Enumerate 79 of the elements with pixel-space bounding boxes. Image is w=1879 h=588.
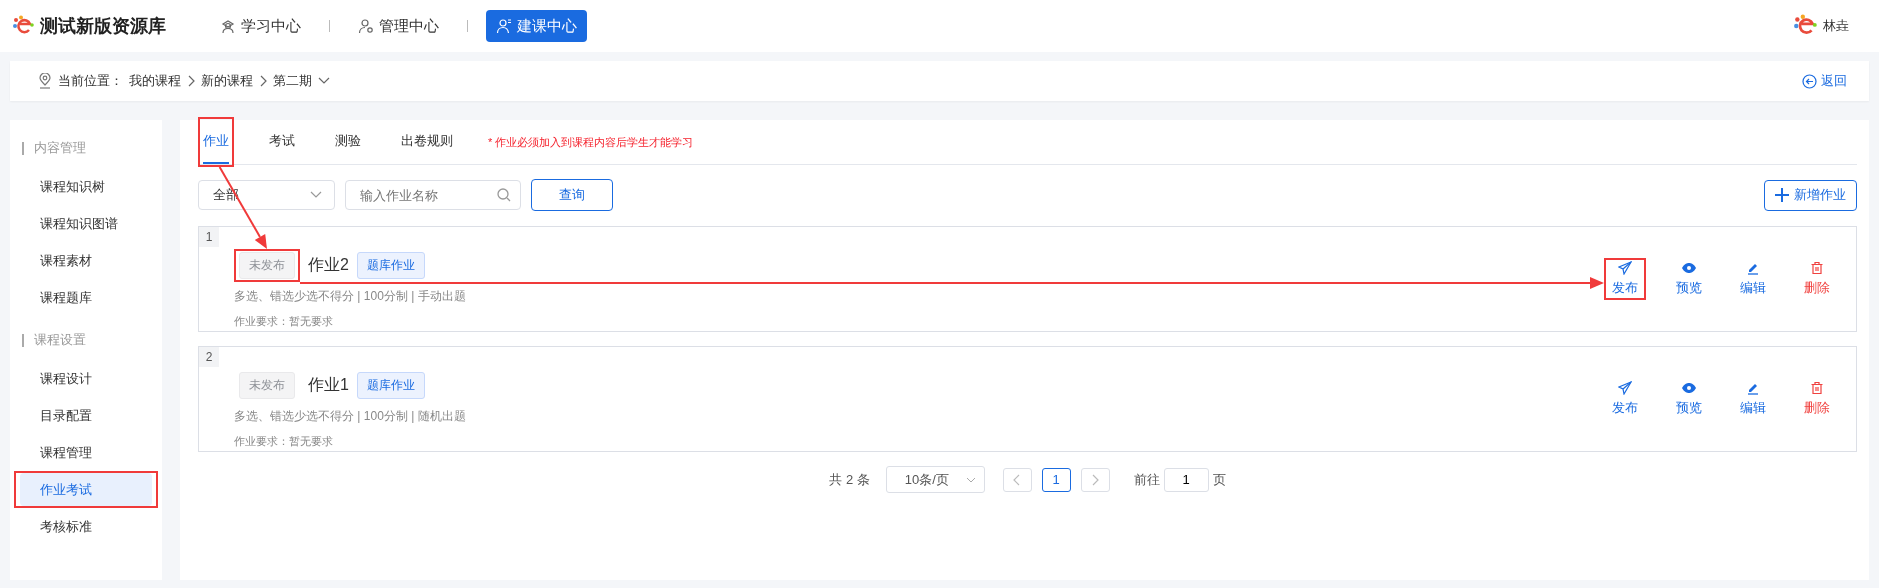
sidebar-item[interactable]: 课程知识树 [20, 170, 152, 203]
back-icon [1802, 73, 1817, 89]
tab[interactable]: 作业 [203, 120, 229, 164]
assignment-requirement: 作业要求：暂无要求 [234, 314, 334, 329]
sidebar-item[interactable]: 作业考试 [20, 473, 152, 506]
paper-plane-icon [1618, 381, 1632, 395]
breadcrumb-link[interactable]: 我的课程 [129, 72, 181, 90]
sidebar-item[interactable]: 目录配置 [20, 399, 152, 432]
back-button[interactable]: 返回 [1796, 71, 1853, 91]
type-tag: 题库作业 [356, 252, 425, 279]
add-button[interactable]: 新增作业 [1764, 179, 1857, 211]
edit-button[interactable]: 编辑 [1734, 381, 1772, 417]
prev-page-button[interactable] [1002, 467, 1032, 492]
assignment-meta: 多选、错选少选不得分 | 100分制 | 随机出题 [234, 408, 467, 425]
search-icon [497, 188, 511, 202]
sidebar-item[interactable]: 考核标准 [20, 510, 152, 543]
preview-button[interactable]: 预览 [1670, 261, 1708, 297]
person-icon [496, 18, 512, 34]
eye-icon [1682, 381, 1696, 395]
next-page-button[interactable] [1080, 467, 1110, 492]
assignment-requirement: 作业要求：暂无要求 [234, 434, 334, 449]
chevron-right-icon [259, 75, 267, 87]
breadcrumb-label: 当前位置： [58, 72, 123, 90]
type-tag: 题库作业 [356, 372, 425, 399]
trash-icon [1810, 261, 1824, 275]
eye-icon [1682, 261, 1696, 275]
chevron-right-icon [1091, 473, 1100, 486]
page-button[interactable]: 1 [1041, 467, 1071, 492]
goto-label: 前往 [1133, 470, 1160, 489]
edit-button[interactable]: 编辑 [1734, 261, 1772, 297]
hint-text: * 作业必须加入到课程内容后学生才能学习 [488, 134, 694, 150]
status-tag: 未发布 [239, 372, 295, 399]
sidebar-item[interactable]: 课程设计 [20, 362, 152, 395]
plus-icon [1775, 188, 1789, 202]
status-tag: 未发布 [239, 252, 295, 279]
chevron-left-icon [1013, 473, 1022, 486]
publish-button[interactable]: 发布 [1606, 261, 1644, 297]
trash-icon [1810, 381, 1824, 395]
total-count: 共 2 条 [829, 470, 870, 489]
delete-button[interactable]: 删除 [1798, 261, 1836, 297]
pencil-icon [1746, 381, 1760, 395]
assignment-title: 作业2 [308, 255, 349, 275]
breadcrumb-link[interactable]: 第二期 [273, 72, 312, 90]
index-badge: 2 [199, 347, 219, 367]
person-icon [220, 18, 236, 34]
nav-tab[interactable]: 学习中心 [210, 10, 311, 42]
page-suffix: 页 [1212, 470, 1226, 489]
delete-button[interactable]: 删除 [1798, 381, 1836, 417]
nav-tab[interactable]: 管理中心 [348, 10, 449, 42]
section-heading: 课程设置 [34, 331, 86, 349]
chevron-right-icon [187, 75, 195, 87]
caret-icon [965, 476, 976, 483]
tab[interactable]: 出卷规则 [401, 120, 453, 164]
publish-button[interactable]: 发布 [1606, 381, 1644, 417]
page-input[interactable]: 1 [1163, 467, 1209, 492]
person-gear-icon [358, 18, 374, 34]
nav-tab[interactable]: 建课中心 [486, 10, 587, 42]
sidebar-item[interactable]: 课程知识图谱 [20, 207, 152, 240]
search-field[interactable]: 输入作业名称 [345, 180, 521, 210]
caret-icon [310, 191, 322, 199]
sidebar-item[interactable]: 课程素材 [20, 244, 152, 277]
preview-button[interactable]: 预览 [1670, 381, 1708, 417]
breadcrumb-link[interactable]: 新的课程 [201, 72, 253, 90]
assignment-meta: 多选、错选少选不得分 | 100分制 | 手动出题 [234, 288, 467, 305]
tab[interactable]: 测验 [335, 120, 361, 164]
pencil-icon [1746, 261, 1760, 275]
paper-plane-icon [1618, 261, 1632, 275]
index-badge: 1 [199, 227, 219, 247]
tab[interactable]: 考试 [269, 120, 295, 164]
assignment-title: 作业1 [308, 375, 349, 395]
sidebar-item[interactable]: 课程题库 [20, 281, 152, 314]
app-title: 测试新版资源库 [40, 15, 166, 38]
caret-icon[interactable] [318, 77, 330, 85]
user-name[interactable]: 林垚 [1823, 17, 1849, 35]
query-button[interactable]: 查询 [531, 179, 613, 211]
section-heading: 内容管理 [34, 139, 86, 157]
location-pin-icon [38, 73, 52, 89]
page-size-dropdown[interactable]: 10条/页 [885, 466, 985, 493]
sidebar-item[interactable]: 课程管理 [20, 436, 152, 469]
